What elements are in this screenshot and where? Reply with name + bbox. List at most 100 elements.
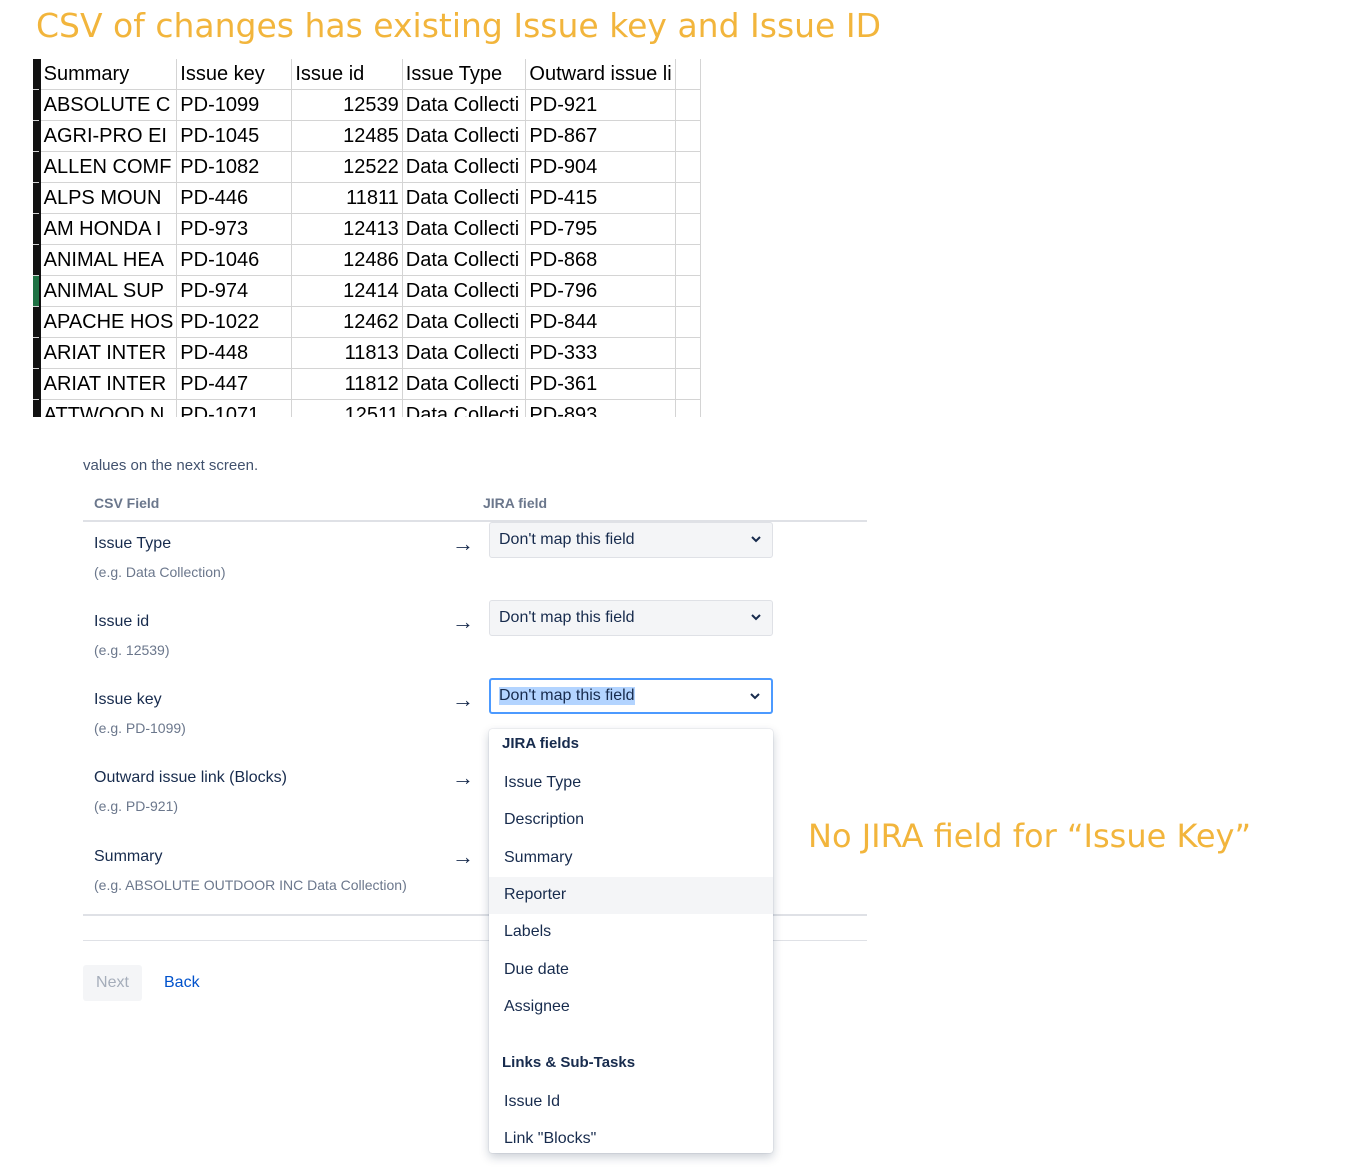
spreadsheet-cell[interactable]: 12511 (291, 399, 403, 417)
row-header (33, 120, 41, 152)
option-description[interactable]: Description (489, 802, 773, 839)
empty-cell[interactable] (675, 213, 701, 245)
column-header-issue-key[interactable]: Issue key (176, 59, 293, 90)
spreadsheet-cell[interactable]: ARIAT INTER (39, 368, 178, 400)
spreadsheet-cell[interactable]: Data Collecti (402, 306, 527, 338)
spreadsheet-cell[interactable]: PD-415 (525, 182, 676, 214)
row-header (33, 306, 41, 338)
spreadsheet-cell[interactable]: Data Collecti (402, 368, 527, 400)
next-button[interactable]: Next (83, 965, 142, 1001)
spreadsheet-cell[interactable]: PD-361 (525, 368, 676, 400)
spreadsheet-cell[interactable]: APACHE HOS (39, 306, 178, 338)
spreadsheet-cell[interactable]: PD-1082 (176, 151, 293, 183)
spreadsheet-cell[interactable]: AGRI-PRO EI (39, 120, 178, 152)
spreadsheet-cell[interactable]: Data Collecti (402, 89, 527, 121)
empty-cell[interactable] (675, 275, 701, 307)
option-label: Labels (504, 923, 552, 940)
option-issue-id[interactable]: Issue Id (489, 1084, 773, 1121)
spreadsheet-cell[interactable]: Data Collecti (402, 399, 527, 417)
spreadsheet-cell[interactable]: ABSOLUTE C (39, 89, 178, 121)
column-header-outward-issue-link[interactable]: Outward issue li (525, 59, 676, 90)
spreadsheet-cell[interactable]: Data Collecti (402, 182, 527, 214)
chevron-down-icon (751, 536, 761, 543)
empty-cell[interactable] (675, 59, 701, 90)
empty-cell[interactable] (675, 306, 701, 338)
spreadsheet-cell[interactable]: Data Collecti (402, 337, 527, 369)
spreadsheet-cell[interactable]: PD-1071 (176, 399, 293, 417)
jira-field-select[interactable]: Don't map this field (489, 522, 773, 558)
column-header-issue-id[interactable]: Issue id (291, 59, 403, 90)
column-header-issue-type[interactable]: Issue Type (402, 59, 527, 90)
spreadsheet-cell[interactable]: PD-921 (525, 89, 676, 121)
spreadsheet-cell[interactable]: ANIMAL HEA (39, 244, 178, 276)
empty-cell[interactable] (675, 151, 701, 183)
spreadsheet-cell[interactable]: PD-868 (525, 244, 676, 276)
spreadsheet-cell[interactable]: PD-448 (176, 337, 293, 369)
spreadsheet-cell[interactable]: Data Collecti (402, 151, 527, 183)
select-value: Don't map this field (499, 531, 635, 548)
spreadsheet-cell[interactable]: PD-1046 (176, 244, 293, 276)
spreadsheet-cell[interactable]: PD-973 (176, 213, 293, 245)
option-due-date[interactable]: Due date (489, 952, 773, 989)
csv-field-example: (e.g. 12539) (94, 642, 170, 658)
spreadsheet-cell[interactable]: PD-1022 (176, 306, 293, 338)
annotation-heading: CSV of changes has existing Issue key an… (36, 6, 881, 45)
option-assignee[interactable]: Assignee (489, 989, 773, 1026)
spreadsheet-cell[interactable]: 12414 (291, 275, 403, 307)
option-link-blocks[interactable]: Link "Blocks" (489, 1121, 773, 1153)
csv-spreadsheet: Summary Issue key Issue id Issue Type Ou… (33, 59, 701, 417)
spreadsheet-cell[interactable]: Data Collecti (402, 275, 527, 307)
option-summary[interactable]: Summary (489, 840, 773, 877)
column-header-summary[interactable]: Summary (39, 59, 178, 90)
empty-cell[interactable] (675, 244, 701, 276)
spreadsheet-cell[interactable]: PD-893 (525, 399, 676, 417)
spreadsheet-cell[interactable]: ANIMAL SUP (39, 275, 178, 307)
spreadsheet-cell[interactable]: PD-1045 (176, 120, 293, 152)
option-issue-type[interactable]: Issue Type (489, 765, 773, 802)
spreadsheet-cell[interactable]: PD-447 (176, 368, 293, 400)
jira-field-select-open[interactable]: Don't map this field (489, 678, 773, 714)
spreadsheet-cell[interactable]: ATTWOOD N (39, 399, 178, 417)
spreadsheet-cell[interactable]: 12522 (291, 151, 403, 183)
row-header (33, 275, 41, 307)
back-link[interactable]: Back (164, 965, 200, 1001)
spreadsheet-cell[interactable]: 12485 (291, 120, 403, 152)
row-header (33, 399, 41, 417)
spreadsheet-cell[interactable]: Data Collecti (402, 120, 527, 152)
empty-cell[interactable] (675, 182, 701, 214)
spreadsheet-cell[interactable]: PD-904 (525, 151, 676, 183)
spreadsheet-cell[interactable]: 12413 (291, 213, 403, 245)
option-label: Due date (504, 961, 569, 978)
spreadsheet-cell[interactable]: 11811 (291, 182, 403, 214)
spreadsheet-cell[interactable]: PD-1099 (176, 89, 293, 121)
spreadsheet-cell[interactable]: PD-446 (176, 182, 293, 214)
csv-field-name: Issue key (94, 691, 162, 708)
empty-cell[interactable] (675, 368, 701, 400)
jira-field-select[interactable]: Don't map this field (489, 600, 773, 636)
spreadsheet-cell[interactable]: 11813 (291, 337, 403, 369)
spreadsheet-cell[interactable]: ALPS MOUN (39, 182, 178, 214)
empty-cell[interactable] (675, 399, 701, 417)
empty-cell[interactable] (675, 120, 701, 152)
spreadsheet-cell[interactable]: 11812 (291, 368, 403, 400)
option-reporter[interactable]: Reporter (489, 877, 773, 914)
spreadsheet-cell[interactable]: PD-795 (525, 213, 676, 245)
spreadsheet-cell[interactable]: ALLEN COMF (39, 151, 178, 183)
jira-field-column-header: JIRA field (483, 495, 548, 511)
spreadsheet-cell[interactable]: PD-844 (525, 306, 676, 338)
empty-cell[interactable] (675, 89, 701, 121)
spreadsheet-cell[interactable]: AM HONDA I (39, 213, 178, 245)
arrow-right-icon: → (452, 687, 474, 712)
option-labels[interactable]: Labels (489, 914, 773, 951)
spreadsheet-cell[interactable]: 12486 (291, 244, 403, 276)
spreadsheet-cell[interactable]: PD-333 (525, 337, 676, 369)
empty-cell[interactable] (675, 337, 701, 369)
spreadsheet-cell[interactable]: 12539 (291, 89, 403, 121)
spreadsheet-cell[interactable]: ARIAT INTER (39, 337, 178, 369)
spreadsheet-cell[interactable]: PD-796 (525, 275, 676, 307)
spreadsheet-cell[interactable]: 12462 (291, 306, 403, 338)
spreadsheet-cell[interactable]: PD-867 (525, 120, 676, 152)
spreadsheet-cell[interactable]: PD-974 (176, 275, 293, 307)
spreadsheet-cell[interactable]: Data Collecti (402, 244, 527, 276)
spreadsheet-cell[interactable]: Data Collecti (402, 213, 527, 245)
